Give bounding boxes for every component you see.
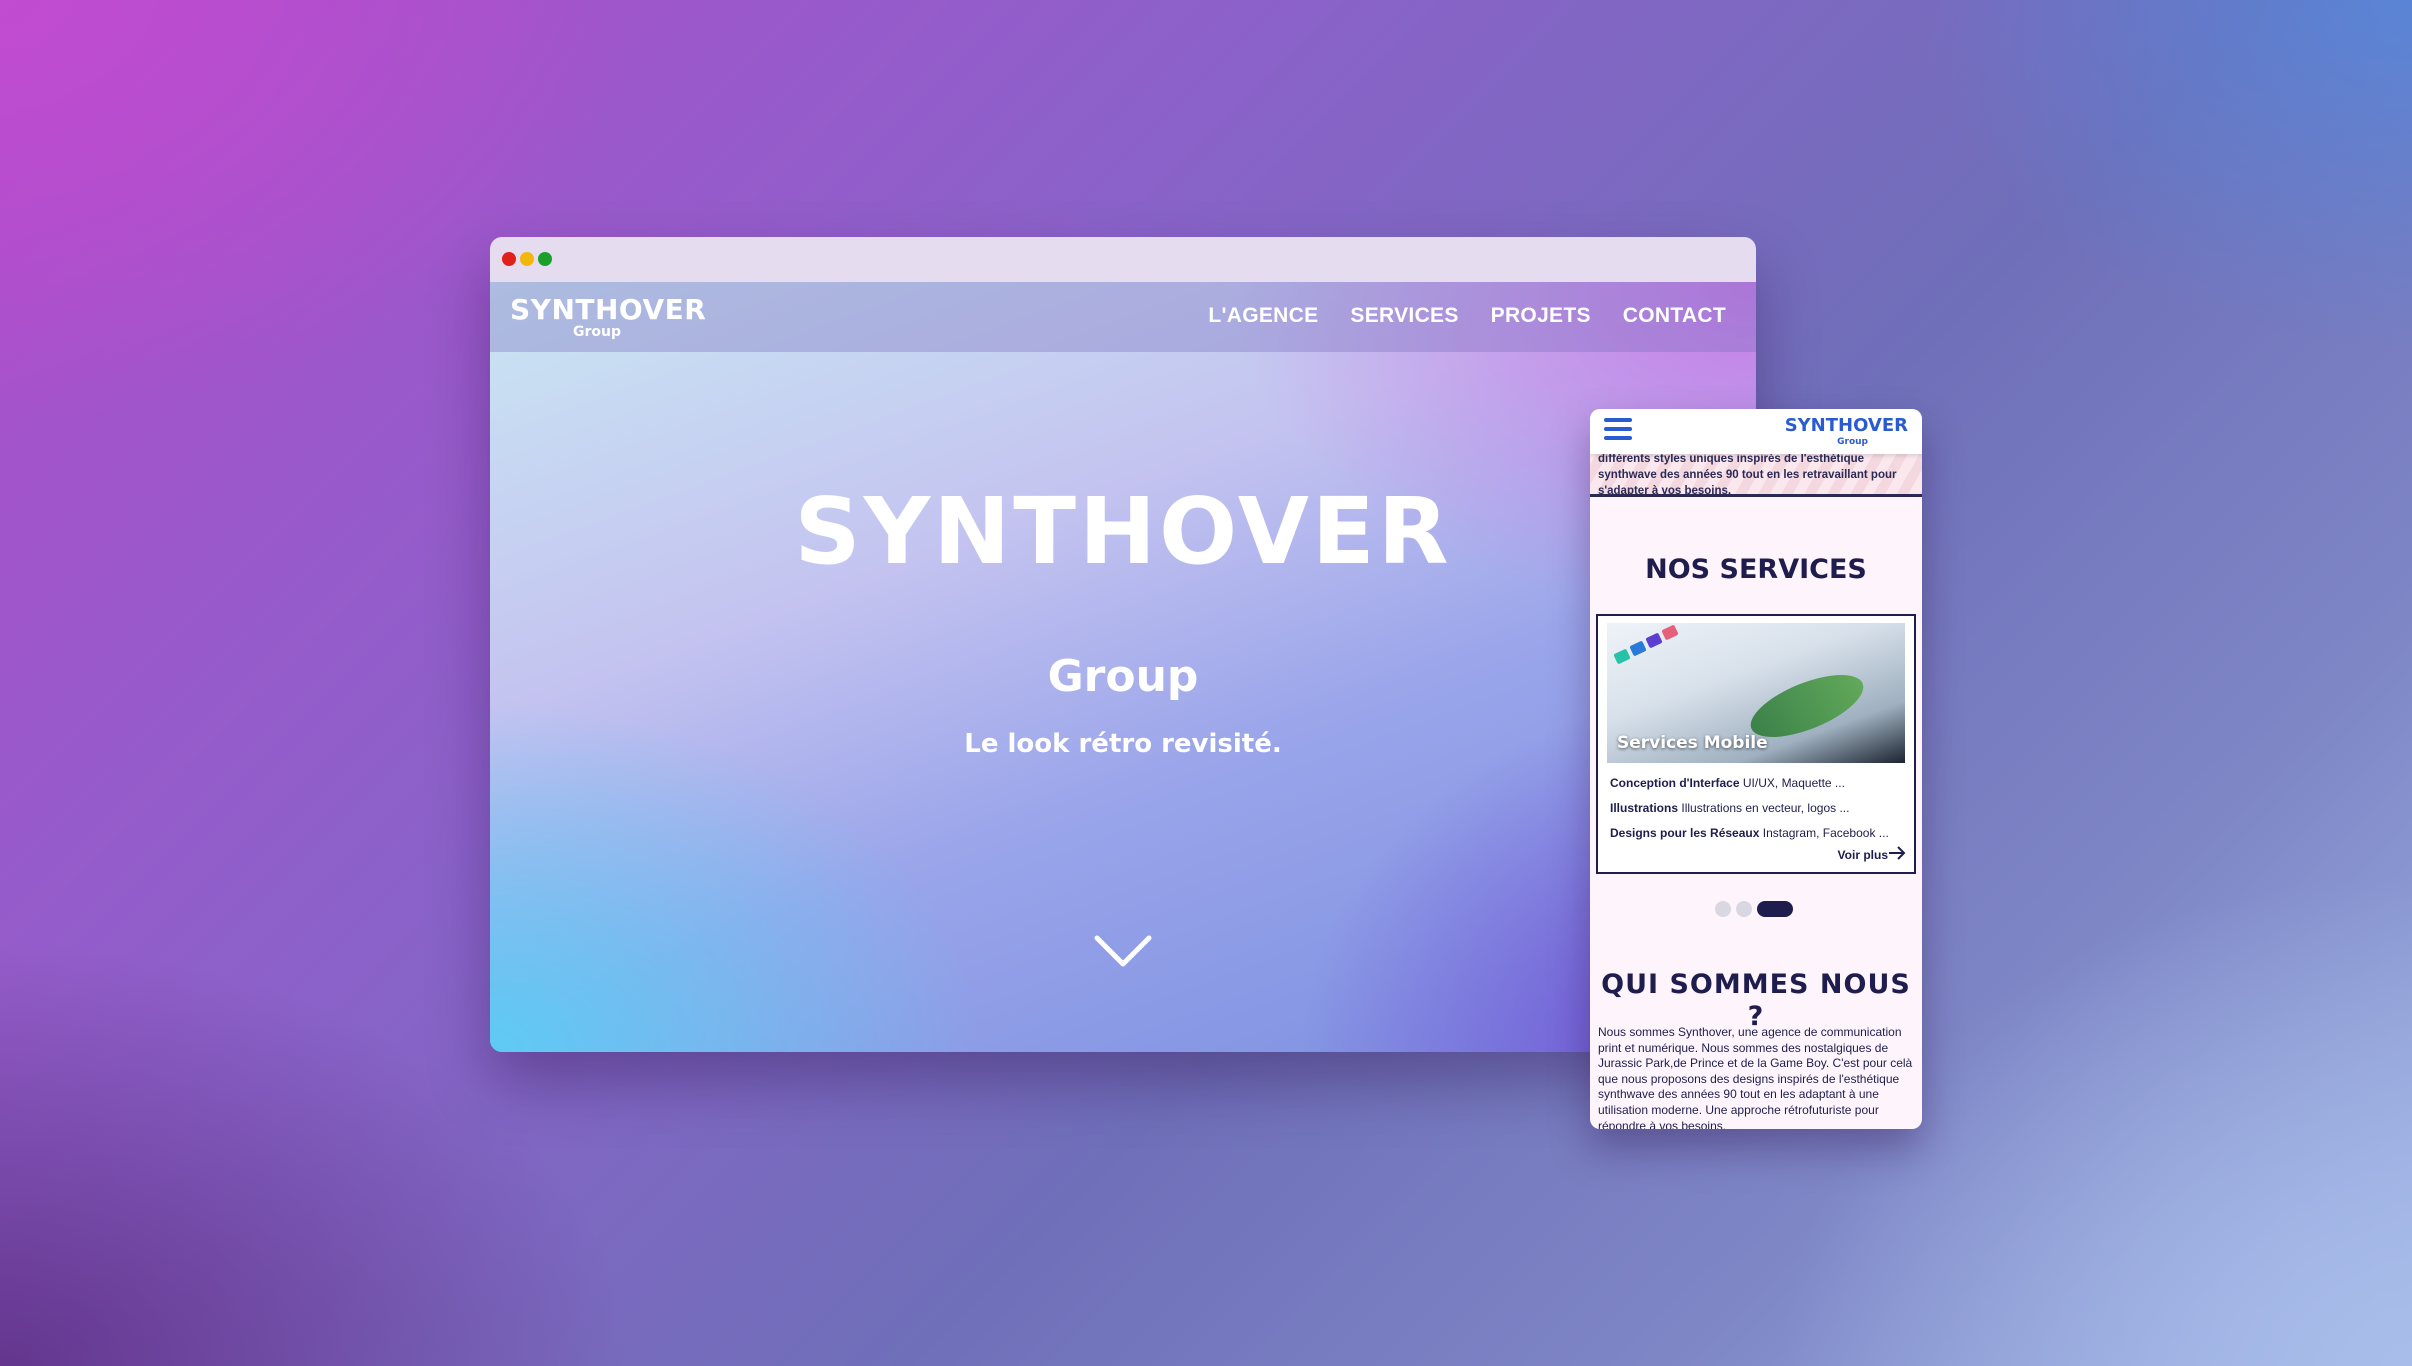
mobile-logo-word: SYNTHOVER [1784,415,1908,436]
nav-logo[interactable]: SYNTHOVER Group [510,295,706,341]
service-card-label: Services Mobile [1617,733,1768,753]
mobile-logo-group: Group [1837,437,1868,447]
hero-logo-group: Group [1047,651,1199,702]
mobile-screen: différents styles uniques inspirés de l'… [1590,409,1922,1129]
service-card-image: Services Mobile [1607,623,1905,763]
service-item: Illustrations Illustrations en vecteur, … [1610,801,1850,815]
service-card[interactable]: Services Mobile Conception d'Interface U… [1596,614,1916,874]
hero-tagline: Le look rétro revisité. [964,729,1282,759]
desktop-browser-window: SYNTHOVER Group L'AGENCE SERVICES PROJET… [490,237,1756,1052]
nav-link-contact[interactable]: CONTACT [1623,304,1726,328]
browser-titlebar [490,237,1756,282]
nav-link-agence[interactable]: L'AGENCE [1208,304,1318,328]
desktop-site: SYNTHOVER Group L'AGENCE SERVICES PROJET… [490,282,1756,1052]
nav-link-services[interactable]: SERVICES [1350,304,1458,328]
nav-links: L'AGENCE SERVICES PROJETS CONTACT [1208,304,1726,328]
nav-logo-group: Group [573,324,622,340]
nav-logo-word: SYNTHOVER [510,293,707,326]
see-more-link[interactable]: Voir plus [1838,848,1888,862]
service-item: Conception d'Interface UI/UX, Maquette .… [1610,776,1845,790]
maximize-window-button[interactable] [538,252,552,266]
services-title: NOS SERVICES [1645,554,1867,585]
about-text: Nous sommes Synthover, une agence de com… [1598,1025,1913,1129]
mobile-logo[interactable]: SYNTHOVER Group [1785,416,1908,448]
minimize-window-button[interactable] [520,252,534,266]
hero-logo-word: SYNTHOVER [794,478,1452,585]
mobile-header: SYNTHOVER Group [1590,409,1922,454]
chevron-down-icon[interactable] [1093,932,1153,970]
carousel-dot[interactable] [1715,901,1731,917]
nav-link-projets[interactable]: PROJETS [1491,304,1591,328]
carousel-dot-active[interactable] [1757,901,1793,917]
navbar: SYNTHOVER Group L'AGENCE SERVICES PROJET… [490,282,1756,352]
hamburger-icon[interactable] [1604,418,1632,444]
service-list: Conception d'Interface UI/UX, Maquette .… [1610,771,1908,846]
about-title: QUI SOMMES NOUS ? [1601,969,1911,1032]
intro-text: différents styles uniques inspirés de l'… [1598,453,1897,497]
close-window-button[interactable] [502,252,516,266]
service-item: Designs pour les Réseaux Instagram, Face… [1610,826,1889,840]
carousel-dot[interactable] [1736,901,1752,917]
arrow-right-icon[interactable] [1888,846,1906,860]
